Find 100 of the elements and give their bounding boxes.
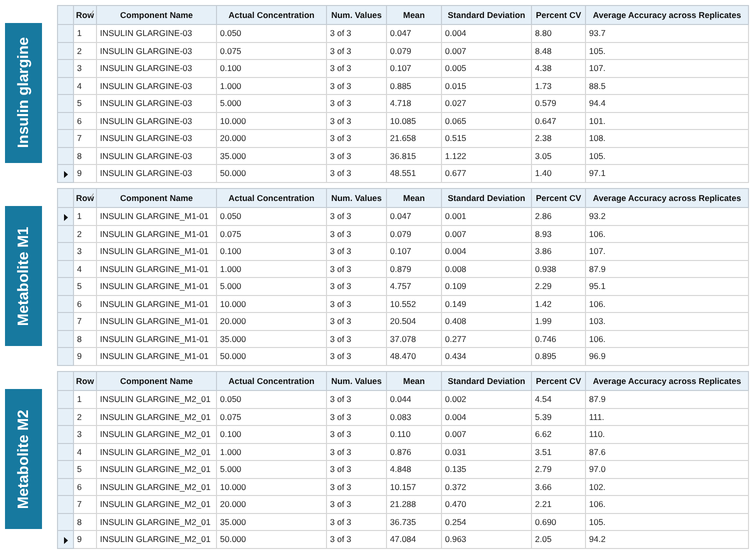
column-header[interactable]: Standard Deviation bbox=[442, 188, 532, 208]
table-cell: 5 bbox=[74, 94, 96, 112]
table-cell: 0.100 bbox=[216, 426, 326, 443]
row-selector[interactable] bbox=[58, 530, 74, 548]
table-cell: 0.254 bbox=[442, 513, 532, 530]
table-cell: INSULIN GLARGINE-03 bbox=[96, 42, 216, 60]
table-cell: 50.000 bbox=[216, 348, 326, 365]
table-cell: 0.938 bbox=[532, 260, 586, 278]
column-header[interactable]: Average Accuracy across Replicates bbox=[586, 188, 748, 208]
table-cell: 95.1 bbox=[586, 278, 748, 295]
column-header[interactable]: Average Accuracy across Replicates bbox=[586, 6, 748, 24]
table-cell: 6 bbox=[74, 112, 96, 130]
row-selector[interactable] bbox=[58, 208, 74, 225]
table-cell: 35.000 bbox=[216, 147, 326, 164]
table-cell: 94.2 bbox=[586, 530, 748, 548]
table-cell: 35.000 bbox=[216, 330, 326, 348]
table-cell: 0.050 bbox=[216, 208, 326, 225]
table-cell: 106. bbox=[586, 330, 748, 348]
table-cell: 0.677 bbox=[442, 164, 532, 182]
table-cell: 9 bbox=[74, 164, 96, 182]
column-header[interactable]: Percent CV bbox=[532, 188, 586, 208]
table-cell: 0.963 bbox=[442, 530, 532, 548]
table-cell: 48.551 bbox=[386, 164, 442, 182]
table-cell: 36.815 bbox=[386, 147, 442, 164]
table-cell: INSULIN GLARGINE_M1-01 bbox=[96, 295, 216, 312]
table-cell: 9 bbox=[74, 530, 96, 548]
table-cell: 7 bbox=[74, 496, 96, 513]
table-cell: 3 of 3 bbox=[326, 348, 386, 365]
table-cell: 106. bbox=[586, 225, 748, 242]
table-cell: 6.62 bbox=[532, 426, 586, 443]
column-header[interactable]: Component Name bbox=[96, 6, 216, 24]
table-cell: 0.434 bbox=[442, 348, 532, 365]
table-cell: 108. bbox=[586, 130, 748, 147]
table-cell: 4.757 bbox=[386, 278, 442, 295]
table-cell: 0.015 bbox=[442, 77, 532, 94]
column-header[interactable]: Percent CV bbox=[532, 372, 586, 390]
table-cell: 0.895 bbox=[532, 348, 586, 365]
column-header[interactable]: Actual Concentration bbox=[216, 6, 326, 24]
table-cell: 1.99 bbox=[532, 312, 586, 330]
row-selector[interactable] bbox=[58, 164, 74, 182]
table-cell: 103. bbox=[586, 312, 748, 330]
table-cell: 3 of 3 bbox=[326, 112, 386, 130]
table-cell: 0.879 bbox=[386, 260, 442, 278]
table-cell: 35.000 bbox=[216, 513, 326, 530]
column-header[interactable]: Actual Concentration bbox=[216, 372, 326, 390]
table-cell: 21.658 bbox=[386, 130, 442, 147]
column-header[interactable]: Num. Values bbox=[326, 6, 386, 24]
column-header[interactable]: Row bbox=[74, 6, 96, 24]
table-cell: 20.504 bbox=[386, 312, 442, 330]
table-cell: 0.408 bbox=[442, 312, 532, 330]
table-cell: 8.48 bbox=[532, 42, 586, 60]
table-cell: 1.73 bbox=[532, 77, 586, 94]
table-cell: 3.51 bbox=[532, 443, 586, 460]
column-header[interactable]: Row bbox=[74, 372, 96, 390]
table-cell: 0.470 bbox=[442, 496, 532, 513]
column-header[interactable]: Component Name bbox=[96, 372, 216, 390]
table-cell: 0.149 bbox=[442, 295, 532, 312]
table-cell: 6 bbox=[74, 295, 96, 312]
column-header[interactable]: Standard Deviation bbox=[442, 372, 532, 390]
table-cell: 3 of 3 bbox=[326, 42, 386, 60]
table-cell: 20.000 bbox=[216, 496, 326, 513]
table-cell: INSULIN GLARGINE_M2_01 bbox=[96, 496, 216, 513]
table-cell: 107. bbox=[586, 242, 748, 260]
table-cell: 5.39 bbox=[532, 408, 586, 426]
column-header[interactable]: Percent CV bbox=[532, 6, 586, 24]
table-cell: 8.80 bbox=[532, 24, 586, 42]
table-cell: 1 bbox=[74, 24, 96, 42]
table-cell: INSULIN GLARGINE_M1-01 bbox=[96, 260, 216, 278]
column-header[interactable]: Standard Deviation bbox=[442, 6, 532, 24]
table-cell: 5.000 bbox=[216, 278, 326, 295]
table-cell: 0.100 bbox=[216, 242, 326, 260]
column-header[interactable]: Mean bbox=[386, 372, 442, 390]
table-cell: 0.027 bbox=[442, 94, 532, 112]
column-header[interactable]: Mean bbox=[386, 188, 442, 208]
table-cell: 8 bbox=[74, 147, 96, 164]
table-cell: 93.7 bbox=[586, 24, 748, 42]
table-cell: 0.876 bbox=[386, 443, 442, 460]
table-cell: 10.000 bbox=[216, 295, 326, 312]
table-cell: 3 of 3 bbox=[326, 77, 386, 94]
table-cell: INSULIN GLARGINE_M1-01 bbox=[96, 242, 216, 260]
column-header[interactable]: Actual Concentration bbox=[216, 188, 326, 208]
table-cell: 3 of 3 bbox=[326, 295, 386, 312]
column-header[interactable]: Average Accuracy across Replicates bbox=[586, 372, 748, 390]
table-cell: 96.9 bbox=[586, 348, 748, 365]
column-header[interactable]: Num. Values bbox=[326, 372, 386, 390]
column-header[interactable]: Mean bbox=[386, 6, 442, 24]
sort-icon bbox=[90, 10, 94, 16]
table-cell: 97.0 bbox=[586, 460, 748, 478]
column-header[interactable]: Component Name bbox=[96, 188, 216, 208]
table-cell: 3 of 3 bbox=[326, 496, 386, 513]
table-cell: INSULIN GLARGINE-03 bbox=[96, 60, 216, 77]
table-cell: 48.470 bbox=[386, 348, 442, 365]
table-cell: 1 bbox=[74, 390, 96, 408]
table-cell: 3 of 3 bbox=[326, 408, 386, 426]
column-header[interactable]: Row bbox=[74, 188, 96, 208]
table-cell: 0.007 bbox=[442, 225, 532, 242]
header-corner bbox=[58, 6, 74, 24]
column-header[interactable]: Num. Values bbox=[326, 188, 386, 208]
table-cell: 2.29 bbox=[532, 278, 586, 295]
table-cell: 1.000 bbox=[216, 77, 326, 94]
